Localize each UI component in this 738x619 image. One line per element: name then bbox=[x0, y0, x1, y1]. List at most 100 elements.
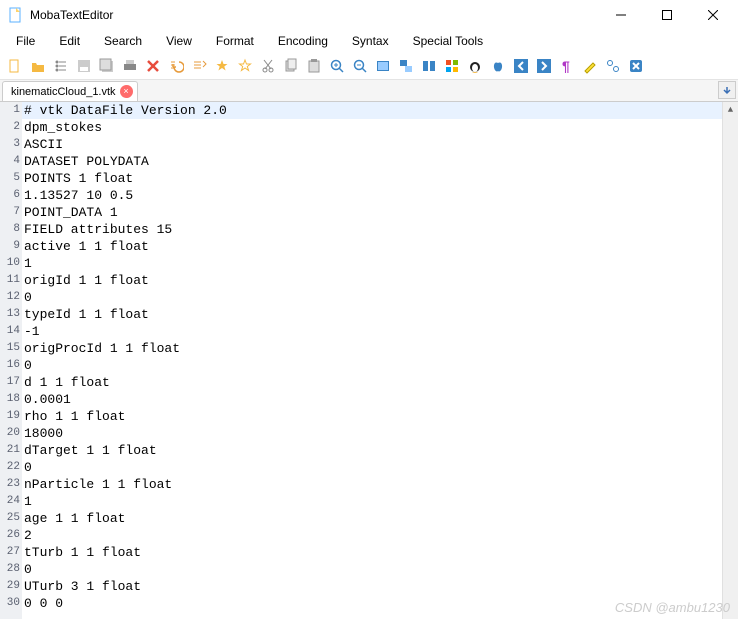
close-x-icon[interactable] bbox=[625, 55, 647, 77]
line-number: 15 bbox=[0, 340, 20, 357]
paste-icon[interactable] bbox=[303, 55, 325, 77]
menu-syntax[interactable]: Syntax bbox=[340, 32, 401, 50]
code-line[interactable]: DATASET POLYDATA bbox=[24, 153, 738, 170]
code-line[interactable]: POINT_DATA 1 bbox=[24, 204, 738, 221]
line-number: 9 bbox=[0, 238, 20, 255]
line-number: 12 bbox=[0, 289, 20, 306]
code-line[interactable]: FIELD attributes 15 bbox=[24, 221, 738, 238]
editor-content[interactable]: # vtk DataFile Version 2.0dpm_stokesASCI… bbox=[22, 102, 738, 619]
star-icon[interactable] bbox=[211, 55, 233, 77]
close-icon[interactable] bbox=[142, 55, 164, 77]
code-line[interactable]: 0 bbox=[24, 459, 738, 476]
line-number: 6 bbox=[0, 187, 20, 204]
menu-file[interactable]: File bbox=[4, 32, 47, 50]
replace-icon[interactable] bbox=[395, 55, 417, 77]
line-number: 17 bbox=[0, 374, 20, 391]
line-number: 18 bbox=[0, 391, 20, 408]
save-all-icon[interactable] bbox=[96, 55, 118, 77]
menu-view[interactable]: View bbox=[154, 32, 204, 50]
code-line[interactable]: typeId 1 1 float bbox=[24, 306, 738, 323]
windows-icon[interactable] bbox=[441, 55, 463, 77]
code-line[interactable]: 1 bbox=[24, 255, 738, 272]
code-line[interactable]: 0 0 0 bbox=[24, 595, 738, 612]
menu-format[interactable]: Format bbox=[204, 32, 266, 50]
compare-icon[interactable] bbox=[418, 55, 440, 77]
line-number: 19 bbox=[0, 408, 20, 425]
menu-edit[interactable]: Edit bbox=[47, 32, 92, 50]
redo-icon[interactable] bbox=[188, 55, 210, 77]
line-number: 26 bbox=[0, 527, 20, 544]
code-line[interactable]: tTurb 1 1 float bbox=[24, 544, 738, 561]
code-line[interactable]: 2 bbox=[24, 527, 738, 544]
line-number: 22 bbox=[0, 459, 20, 476]
minimize-button[interactable] bbox=[598, 0, 644, 30]
settings-icon[interactable] bbox=[602, 55, 624, 77]
tree-icon[interactable] bbox=[50, 55, 72, 77]
print-icon[interactable] bbox=[119, 55, 141, 77]
code-line[interactable]: 0.0001 bbox=[24, 391, 738, 408]
line-number: 2 bbox=[0, 119, 20, 136]
code-line[interactable]: origProcId 1 1 float bbox=[24, 340, 738, 357]
apple-icon[interactable] bbox=[487, 55, 509, 77]
line-number: 7 bbox=[0, 204, 20, 221]
zoom-in-icon[interactable] bbox=[326, 55, 348, 77]
code-line[interactable]: nParticle 1 1 float bbox=[24, 476, 738, 493]
forward-icon[interactable] bbox=[533, 55, 555, 77]
code-line[interactable]: 1.13527 10 0.5 bbox=[24, 187, 738, 204]
code-line[interactable]: 0 bbox=[24, 289, 738, 306]
line-number: 21 bbox=[0, 442, 20, 459]
code-line[interactable]: 0 bbox=[24, 357, 738, 374]
pilcrow-icon[interactable]: ¶ bbox=[556, 55, 578, 77]
menu-special-tools[interactable]: Special Tools bbox=[401, 32, 496, 50]
code-line[interactable]: 18000 bbox=[24, 425, 738, 442]
tab-close-icon[interactable]: × bbox=[120, 85, 133, 98]
undo-icon[interactable] bbox=[165, 55, 187, 77]
linux-icon[interactable] bbox=[464, 55, 486, 77]
code-line[interactable]: ASCII bbox=[24, 136, 738, 153]
line-number: 16 bbox=[0, 357, 20, 374]
code-line[interactable]: 0 bbox=[24, 561, 738, 578]
line-number: 8 bbox=[0, 221, 20, 238]
new-file-icon[interactable] bbox=[4, 55, 26, 77]
cut-icon[interactable] bbox=[257, 55, 279, 77]
tab-dropdown-button[interactable] bbox=[718, 81, 736, 99]
menu-encoding[interactable]: Encoding bbox=[266, 32, 340, 50]
code-line[interactable]: -1 bbox=[24, 323, 738, 340]
line-number: 3 bbox=[0, 136, 20, 153]
code-line[interactable]: 1 bbox=[24, 493, 738, 510]
close-window-button[interactable] bbox=[690, 0, 736, 30]
find-icon[interactable] bbox=[372, 55, 394, 77]
code-line[interactable]: # vtk DataFile Version 2.0 bbox=[24, 102, 738, 119]
star-outline-icon[interactable] bbox=[234, 55, 256, 77]
line-number: 5 bbox=[0, 170, 20, 187]
code-line[interactable]: d 1 1 float bbox=[24, 374, 738, 391]
line-number: 25 bbox=[0, 510, 20, 527]
toolbar: ¶ bbox=[0, 52, 738, 80]
highlight-icon[interactable] bbox=[579, 55, 601, 77]
window-title: MobaTextEditor bbox=[30, 8, 598, 22]
code-line[interactable]: POINTS 1 float bbox=[24, 170, 738, 187]
tabbar: kinematicCloud_1.vtk × bbox=[0, 80, 738, 102]
line-number: 1 bbox=[0, 102, 20, 119]
code-line[interactable]: UTurb 3 1 float bbox=[24, 578, 738, 595]
editor[interactable]: 1234567891011121314151617181920212223242… bbox=[0, 102, 738, 619]
code-line[interactable]: dpm_stokes bbox=[24, 119, 738, 136]
line-number: 24 bbox=[0, 493, 20, 510]
code-line[interactable]: age 1 1 float bbox=[24, 510, 738, 527]
code-line[interactable]: origId 1 1 float bbox=[24, 272, 738, 289]
open-folder-icon[interactable] bbox=[27, 55, 49, 77]
titlebar: MobaTextEditor bbox=[0, 0, 738, 30]
line-number: 29 bbox=[0, 578, 20, 595]
code-line[interactable]: active 1 1 float bbox=[24, 238, 738, 255]
line-number: 30 bbox=[0, 595, 20, 612]
back-icon[interactable] bbox=[510, 55, 532, 77]
menu-search[interactable]: Search bbox=[92, 32, 154, 50]
code-line[interactable]: rho 1 1 float bbox=[24, 408, 738, 425]
code-line[interactable]: dTarget 1 1 float bbox=[24, 442, 738, 459]
copy-icon[interactable] bbox=[280, 55, 302, 77]
save-icon[interactable] bbox=[73, 55, 95, 77]
svg-text:¶: ¶ bbox=[562, 58, 570, 74]
maximize-button[interactable] bbox=[644, 0, 690, 30]
file-tab[interactable]: kinematicCloud_1.vtk × bbox=[2, 81, 138, 101]
zoom-out-icon[interactable] bbox=[349, 55, 371, 77]
